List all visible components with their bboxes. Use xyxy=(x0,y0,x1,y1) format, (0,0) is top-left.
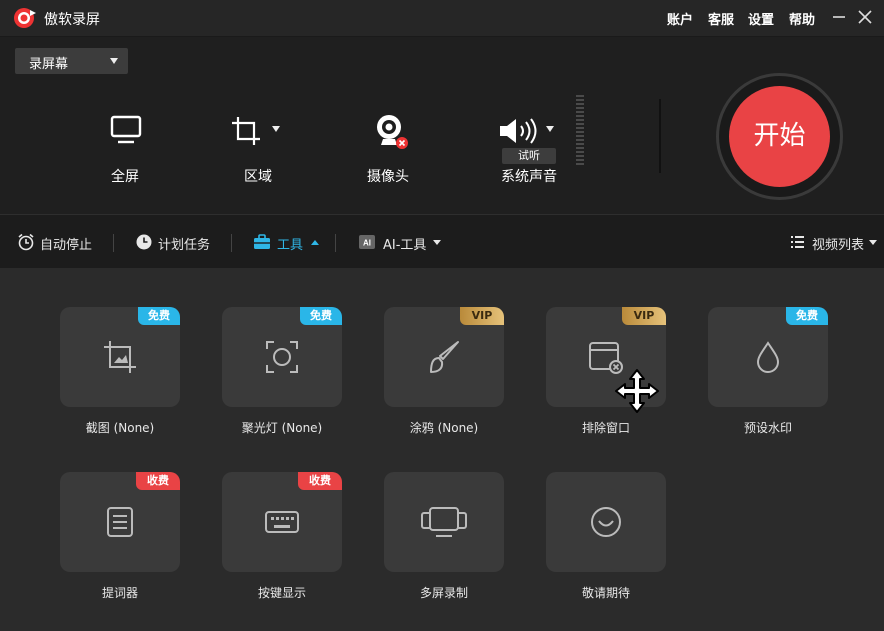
tool-screenshot[interactable]: 免费 xyxy=(60,307,180,407)
crop-icon xyxy=(232,117,260,145)
recording-control-panel: 录屏幕 全屏 区域 摄像头 试听 系统声音 开始 xyxy=(0,36,884,214)
coming-soon-icon xyxy=(591,507,621,537)
tool-doodle[interactable]: VIP xyxy=(384,307,504,407)
move-cursor-icon xyxy=(615,369,659,413)
menu-help[interactable]: 帮助 xyxy=(789,9,815,28)
tool-keystroke-display-label: 按键显示 xyxy=(257,586,306,600)
chevron-down-icon xyxy=(869,240,877,245)
tool-watermark-label: 预设水印 xyxy=(743,421,792,435)
chevron-down-icon xyxy=(110,58,118,64)
audio-level-meter xyxy=(576,95,584,165)
teleprompter-icon xyxy=(107,507,133,537)
region-dropdown-icon[interactable] xyxy=(272,126,280,132)
record-mode-value: 录屏幕 xyxy=(29,57,69,72)
source-region-label: 区域 xyxy=(244,169,272,185)
tool-coming-soon[interactable] xyxy=(546,472,666,572)
tool-watermark[interactable]: 免费 xyxy=(708,307,828,407)
tool-spotlight[interactable]: 免费 xyxy=(222,307,342,407)
schedule-task-label: 计划任务 xyxy=(158,238,211,253)
menu-support[interactable]: 客服 xyxy=(708,9,734,28)
tools-menu-label: 工具 xyxy=(277,238,304,253)
start-record-button[interactable]: 开始 xyxy=(729,86,830,187)
multi-screen-icon xyxy=(421,507,467,537)
keyboard-icon xyxy=(265,511,299,533)
tool-keystroke-display[interactable]: 收费 xyxy=(222,472,342,572)
tool-teleprompter[interactable]: 收费 xyxy=(60,472,180,572)
secondary-toolbar: 自动停止 计划任务 工具 AI AI-工具 视频列表 xyxy=(0,214,884,268)
toolbar-separator xyxy=(231,234,232,252)
minimize-icon[interactable] xyxy=(830,8,848,26)
tool-screenshot-label: 截图 (None) xyxy=(85,421,155,435)
free-badge: 免费 xyxy=(138,307,180,325)
close-icon[interactable] xyxy=(856,8,874,26)
record-mode-dropdown[interactable]: 录屏幕 xyxy=(15,48,128,74)
watermark-drop-icon xyxy=(756,341,780,373)
ai-icon: AI xyxy=(359,235,375,249)
auto-stop-label: 自动停止 xyxy=(40,238,93,253)
toolbar-separator xyxy=(113,234,114,252)
chevron-up-icon xyxy=(311,240,319,245)
tool-multi-screen[interactable] xyxy=(384,472,504,572)
record-logo-icon xyxy=(14,8,36,28)
divider xyxy=(659,99,661,173)
vip-badge: VIP xyxy=(460,307,504,325)
source-camera-label: 摄像头 xyxy=(367,169,409,185)
clock-icon xyxy=(136,234,152,250)
speaker-icon xyxy=(500,118,537,144)
list-icon xyxy=(791,236,804,248)
tool-doodle-label: 涂鸦 (None) xyxy=(409,421,479,435)
tool-exclude-window-label: 排除窗口 xyxy=(581,421,630,435)
screenshot-crop-icon xyxy=(104,341,136,373)
menu-settings[interactable]: 设置 xyxy=(748,9,774,28)
alarm-clock-icon xyxy=(18,233,34,251)
svg-text:AI: AI xyxy=(363,239,371,248)
brush-icon xyxy=(430,341,459,373)
toolbar-separator xyxy=(335,234,336,252)
app-title: 傲软录屏 xyxy=(44,12,100,28)
audio-test-button[interactable]: 试听 xyxy=(502,148,556,164)
paid-badge: 收费 xyxy=(298,472,342,490)
chevron-down-icon xyxy=(433,240,441,245)
free-badge: 免费 xyxy=(300,307,342,325)
paid-badge: 收费 xyxy=(136,472,180,490)
menu-account[interactable]: 账户 xyxy=(667,9,693,28)
webcam-icon xyxy=(377,115,408,149)
tool-multi-screen-label: 多屏录制 xyxy=(419,586,468,600)
title-bar: 傲软录屏 账户 客服 设置 帮助 xyxy=(0,0,884,36)
start-button-ring: 开始 xyxy=(716,73,843,200)
tool-teleprompter-label: 提词器 xyxy=(101,586,138,600)
video-list-label: 视频列表 xyxy=(812,238,865,253)
monitor-icon xyxy=(110,115,142,144)
source-audio-label: 系统声音 xyxy=(501,169,557,185)
free-badge: 免费 xyxy=(786,307,828,325)
spotlight-icon xyxy=(266,341,298,373)
source-fullscreen-label: 全屏 xyxy=(111,169,139,185)
tool-spotlight-label: 聚光灯 (None) xyxy=(241,421,323,435)
tool-coming-soon-label: 敬请期待 xyxy=(581,586,630,600)
audio-dropdown-icon[interactable] xyxy=(546,126,554,132)
ai-tools-menu-label: AI-工具 xyxy=(383,238,427,253)
toolbox-icon xyxy=(254,234,270,249)
vip-badge: VIP xyxy=(622,307,666,325)
